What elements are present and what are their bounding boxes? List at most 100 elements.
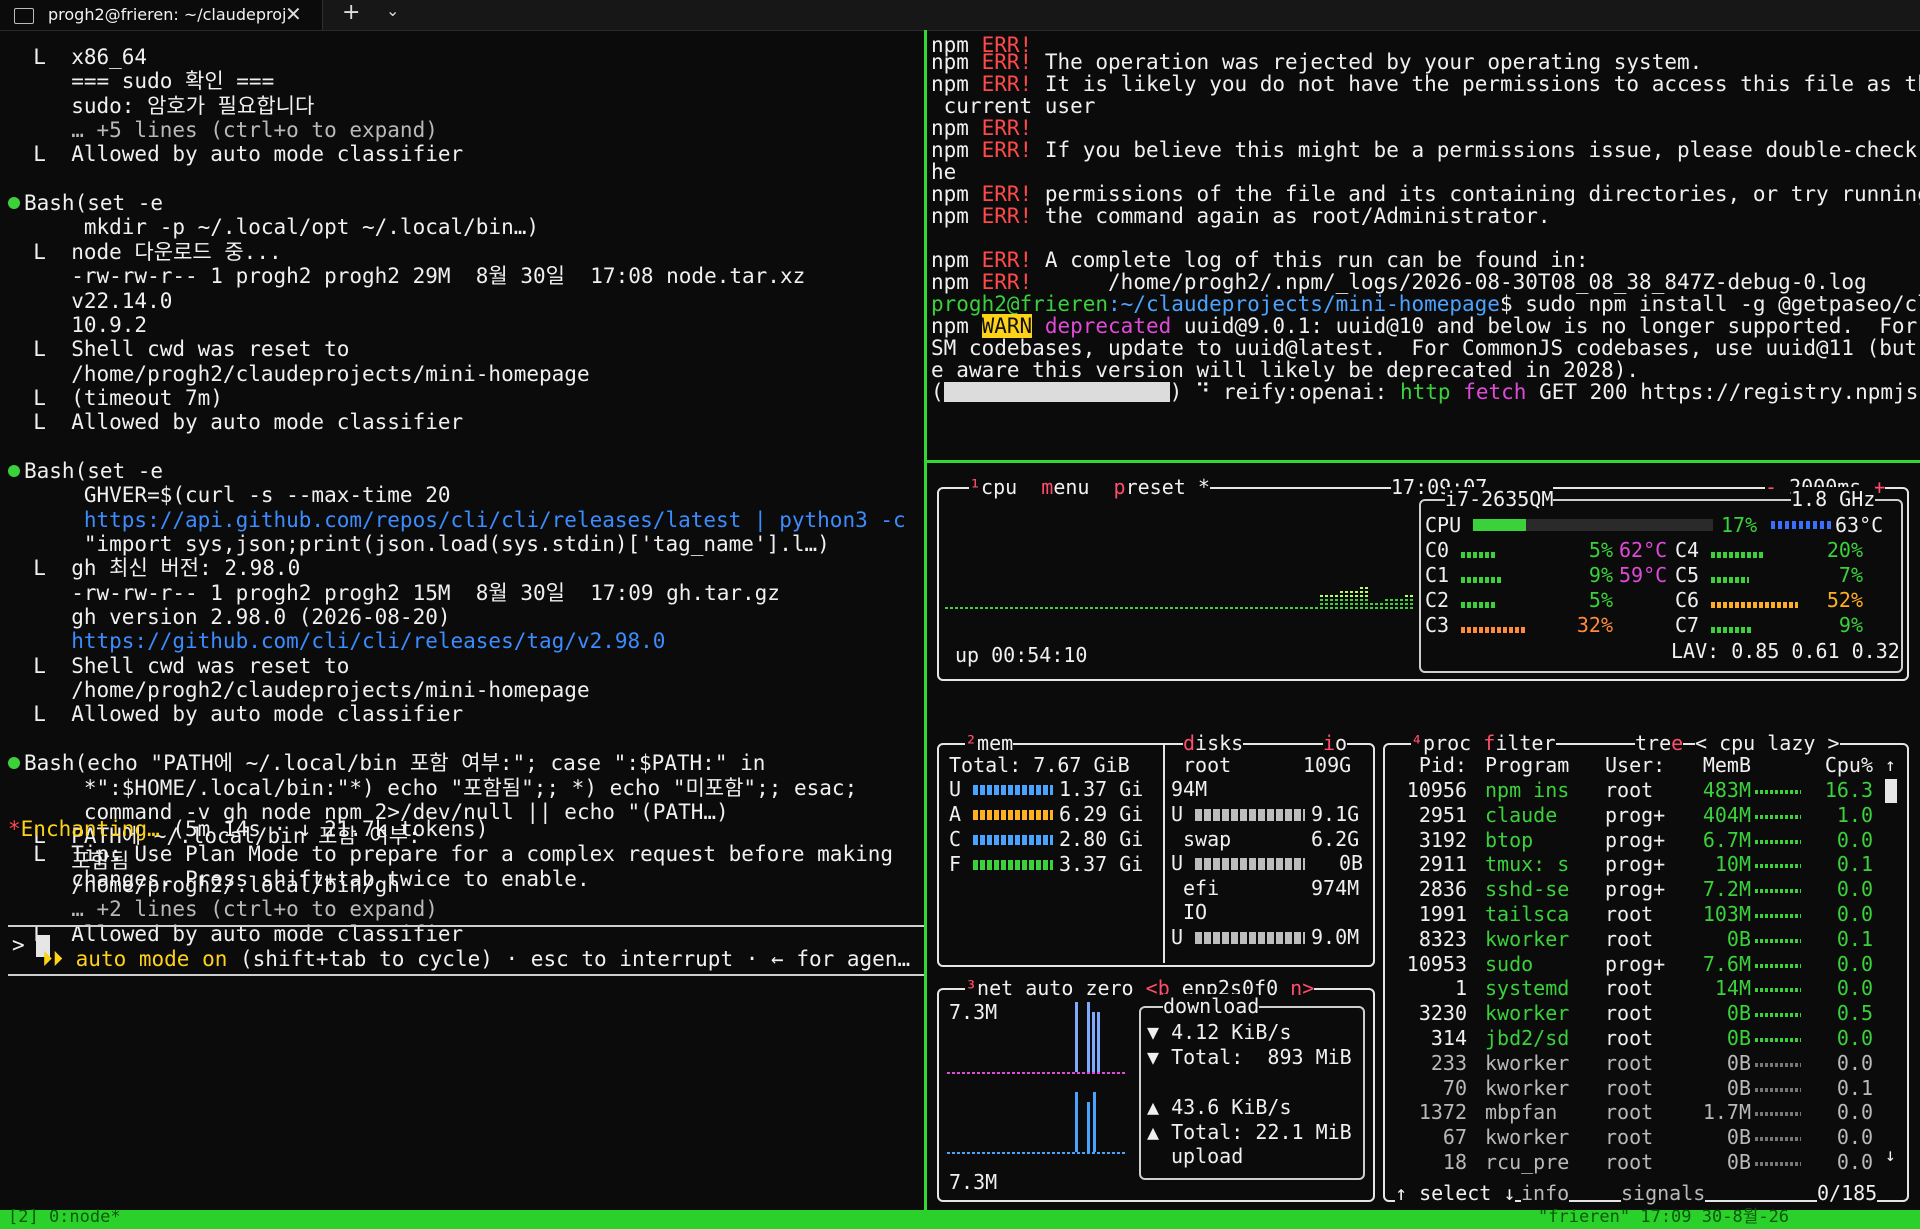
disk-root-meter — [1195, 809, 1305, 821]
mem-row-key: C — [949, 827, 962, 851]
chevron-down-icon[interactable]: ⌄ — [386, 1, 399, 20]
table-row[interactable]: 314 jbd2/sd root 0B 0.0 — [1385, 1026, 1875, 1050]
proc-cell-program: sshd-se — [1485, 877, 1570, 902]
btop-pane[interactable]: ¹cpu menu preset * 17:09:07 - 2000ms + i… — [924, 463, 1920, 1210]
upload-total: ▲ Total: 22.1 MiB — [1147, 1120, 1352, 1144]
proc-col-cpu[interactable]: Cpu% — [1805, 753, 1873, 778]
proc-cell-program: sudo — [1485, 951, 1534, 976]
spinner-label: Enchanting… — [20, 817, 160, 841]
table-row[interactable]: 1991 tailsca root 103M 0.0 — [1385, 902, 1875, 926]
output-line: … +2 lines (ctrl+o to expand) — [8, 897, 438, 922]
proc-cell-program: tailsca — [1485, 902, 1570, 926]
disk-efi: efi — [1183, 876, 1220, 900]
scroll-down-arrow[interactable]: ↓ — [1885, 1143, 1896, 1168]
table-row[interactable]: 1 systemd root 14M 0.0 — [1385, 976, 1875, 1000]
proc-cell-pid: 3230 — [1418, 1001, 1467, 1026]
proc-select[interactable]: ↑ select ↓ — [1395, 1181, 1516, 1205]
mode-line[interactable]: ⏵⏵ auto mode on (shift+tab to cycle) · e… — [42, 947, 910, 972]
table-row[interactable]: 8323 kworker root 0B 0.1 — [1385, 927, 1875, 951]
proc-cell-pid: 314 — [1430, 1026, 1467, 1050]
proc-info[interactable]: info — [1521, 1181, 1570, 1205]
table-row[interactable]: 18 rcu_pre root 0B 0.0 — [1385, 1150, 1875, 1174]
proc-cell-cpu: 16.3 — [1824, 778, 1873, 802]
tmux-window-list[interactable]: [2] 0:node* — [8, 1206, 121, 1228]
core-label: C6 — [1675, 588, 1700, 612]
net-title[interactable]: ³net auto zero <b enp2s0f0 n> — [965, 976, 1315, 1000]
proc-signals[interactable]: signals — [1621, 1181, 1706, 1205]
table-row[interactable]: 70 kworker root 0B 0.1 — [1385, 1076, 1875, 1100]
proc-cell-pid: 2836 — [1418, 877, 1467, 902]
output-line: gh version 2.98.0 (2026-08-20) — [8, 605, 451, 630]
proc-cell-mem: 6.7M — [1702, 827, 1751, 852]
output-line: sudo: 암호가 필요합니다 — [8, 93, 315, 118]
proc-col-user[interactable]: User: — [1605, 753, 1685, 778]
cpu-box-title[interactable]: ¹cpu menu preset * — [969, 475, 1210, 499]
table-row[interactable]: 67 kworker root 0B 0.0 — [1385, 1125, 1875, 1149]
table-row[interactable]: 3192 btop prog+ 6.7M 0.0 — [1385, 828, 1875, 852]
io-title[interactable]: io — [1323, 731, 1348, 755]
proc-cell-mem: 483M — [1702, 778, 1751, 802]
proc-cell-pid: 67 — [1442, 1125, 1467, 1150]
proc-cell-pid: 10953 — [1406, 951, 1467, 976]
table-row[interactable]: 2911 tmux: s prog+ 10M 0.1 — [1385, 852, 1875, 876]
disk-efi-u: U — [1171, 925, 1184, 949]
output-line: L Allowed by auto mode classifier — [8, 702, 464, 727]
proc-cell-user: prog+ — [1605, 951, 1666, 976]
proc-cell-program: kworker — [1485, 1050, 1570, 1075]
output-line: "import sys,json;print(json.load(sys.std… — [8, 532, 830, 556]
npm-pane[interactable]: npm ERR! npm ERR! The operation was reje… — [924, 30, 1920, 460]
proc-scrollbar[interactable] — [1885, 779, 1897, 803]
proc-col-program[interactable]: Program — [1485, 753, 1595, 778]
proc-cpu-graph — [1755, 914, 1801, 918]
core-pct: 9% — [1588, 563, 1613, 587]
proc-col-pid[interactable]: Pid: — [1393, 753, 1467, 778]
table-row[interactable]: 233 kworker root 0B 0.0 — [1385, 1051, 1875, 1075]
table-row[interactable]: 2951 claude prog+ 404M 1.0 — [1385, 803, 1875, 827]
proc-sort[interactable]: < cpu lazy > — [1695, 731, 1840, 755]
net-graph — [947, 1002, 1125, 1154]
output-line: /home/progh2/claudeprojects/mini-homepag… — [8, 678, 590, 703]
proc-col-mem[interactable]: MemB — [1691, 753, 1751, 778]
output-line: -rw-rw-r-- 1 progh2 progh2 29M 8월 30일 17… — [8, 264, 806, 289]
core-meter — [1711, 602, 1799, 608]
output-line: L Shell cwd was reset to — [8, 337, 350, 362]
table-row[interactable]: 2836 sshd-se prog+ 7.2M 0.0 — [1385, 877, 1875, 901]
prompt-char: > — [12, 933, 25, 957]
table-row[interactable]: 10953 sudo prog+ 7.6M 0.0 — [1385, 952, 1875, 976]
disk-io-label: IO — [1183, 900, 1208, 924]
table-row[interactable]: 1372 mbpfan root 1.7M 0.0 — [1385, 1100, 1875, 1124]
proc-cell-user: prog+ — [1605, 802, 1666, 827]
disks-title[interactable]: disks — [1183, 731, 1244, 755]
proc-cell-program: mbpfan — [1485, 1100, 1558, 1125]
core-pct: 5% — [1588, 588, 1613, 612]
core-meter — [1461, 552, 1497, 558]
proc-title[interactable]: ⁴proc filter — [1411, 731, 1556, 755]
terminal-tab[interactable]: progh2@frieren: ~/claudeproj ✕ — [0, 0, 323, 30]
disk-swap-size: 6.2G — [1311, 827, 1360, 851]
proc-cell-user: root — [1605, 778, 1654, 802]
proc-cell-program: kworker — [1485, 1001, 1570, 1026]
new-tab-icon[interactable]: + — [342, 0, 360, 25]
claude-pane[interactable]: L x86_64 === sudo 확인 === sudo: 암호가 필요합니다… — [0, 30, 924, 1210]
output-line: L node 다운로드 중... — [8, 239, 282, 264]
output-line: L Allowed by auto mode classifier — [8, 410, 464, 435]
core-label: C4 — [1675, 538, 1700, 562]
table-row[interactable]: 3230 kworker root 0B 0.5 — [1385, 1001, 1875, 1025]
scroll-up-arrow[interactable]: ↑ — [1885, 753, 1896, 778]
proc-cpu-graph — [1755, 1162, 1801, 1166]
proc-cpu-graph — [1755, 1087, 1801, 1092]
mem-title[interactable]: ²mem — [965, 731, 1014, 755]
close-icon[interactable]: ✕ — [285, 2, 302, 26]
proc-tree[interactable]: tree — [1635, 731, 1684, 755]
proc-cell-mem: 0B — [1726, 926, 1751, 951]
spinner-line: *Enchanting… (5m 14s · ↓ 21.7k tokens) — [8, 817, 488, 842]
output-line: https://github.com/cli/cli/releases/tag/… — [8, 629, 666, 654]
proc-cell-mem: 14M — [1714, 976, 1751, 1001]
proc-cell-mem: 10M — [1714, 852, 1751, 877]
proc-cell-cpu: 0.0 — [1836, 1100, 1873, 1125]
output-line: https://api.github.com/repos/cli/cli/rel… — [8, 507, 906, 532]
proc-box: ⁴proc filter tree < cpu lazy > ↑ ↓ Pid: P… — [1383, 731, 1909, 1205]
proc-cell-pid: 3192 — [1418, 827, 1467, 852]
table-row[interactable]: 10956 npm ins root 483M 16.3 — [1385, 778, 1875, 802]
status-dot-icon — [8, 757, 20, 770]
